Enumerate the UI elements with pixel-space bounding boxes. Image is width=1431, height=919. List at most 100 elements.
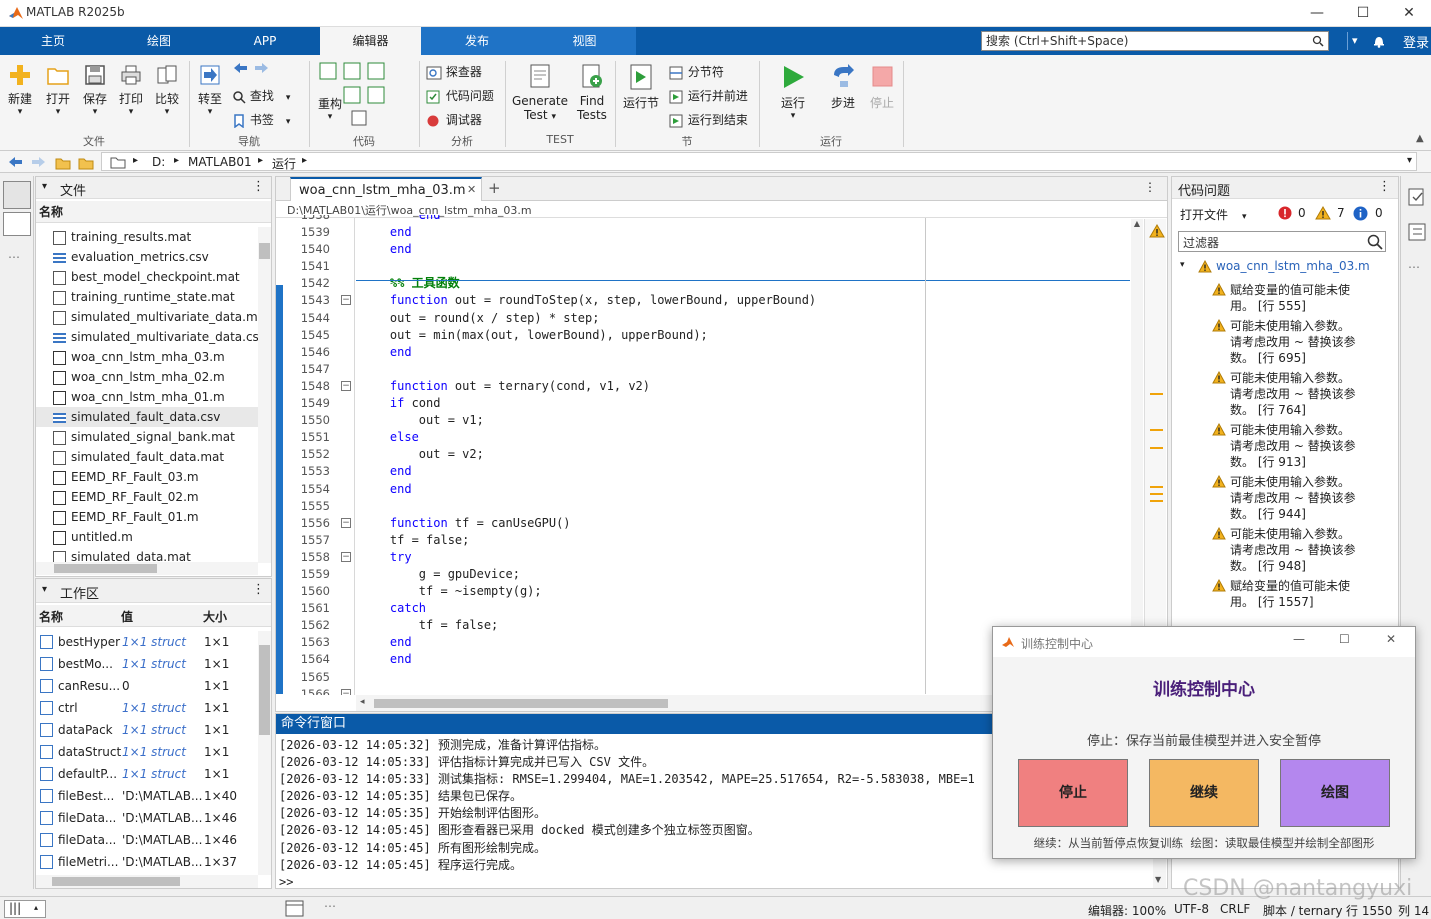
issue-tree-toggle-icon[interactable]: ▾ <box>1180 260 1185 270</box>
workspace-vertical-scrollbar[interactable] <box>258 631 271 875</box>
code-issues-panel-icon[interactable] <box>1407 187 1427 207</box>
tab-editor[interactable]: 编辑器 <box>320 27 421 55</box>
path-segment[interactable]: 运行 <box>272 155 296 172</box>
search-input[interactable]: 搜索 (Ctrl+Shift+Space) <box>981 31 1329 51</box>
run-to-end-button[interactable]: 运行到结束 <box>668 111 748 128</box>
editor-vertical-scrollbar[interactable]: ▲ <box>1131 219 1143 695</box>
issue-file-link[interactable]: woa_cnn_lstm_mha_03.m <box>1216 259 1370 273</box>
workspace-row[interactable]: bestMo... 1×1 struct 1×1 <box>36 653 258 675</box>
code-line[interactable] <box>361 361 1121 378</box>
tab-apps[interactable]: APP <box>212 27 318 55</box>
code-line[interactable]: if cond <box>361 395 1121 412</box>
workspace-row[interactable]: dataPack 1×1 struct 1×1 <box>36 719 258 741</box>
close-button[interactable]: ✕ <box>1386 0 1431 27</box>
ws-col-value[interactable]: 值 <box>121 608 133 625</box>
browse-folder-icon[interactable] <box>78 154 94 170</box>
dialog-maximize-button[interactable]: ☐ <box>1339 632 1350 646</box>
save-button[interactable]: 保存 ▾ <box>79 63 111 117</box>
code-line[interactable] <box>361 498 1121 515</box>
find-button[interactable]: 查找 ▾ <box>232 87 290 104</box>
plot-results-button[interactable]: 绘图 <box>1280 759 1390 827</box>
warning-marker[interactable] <box>1150 486 1163 488</box>
help-dropdown-icon[interactable]: ▾ <box>1352 34 1358 47</box>
files-horizontal-scrollbar[interactable] <box>36 562 258 575</box>
file-list-item[interactable]: simulated_multivariate_data.csv <box>36 327 258 347</box>
code-line[interactable]: end <box>361 224 1121 241</box>
code-line[interactable]: end <box>361 241 1121 258</box>
command-window-panel-icon[interactable] <box>285 900 305 918</box>
generate-test-button[interactable]: Generate Test ▾ <box>510 63 570 122</box>
code-line[interactable]: try <box>361 549 1121 566</box>
file-list-item[interactable]: EEMD_RF_Fault_02.m <box>36 487 258 507</box>
more-bottom-panels-icon[interactable]: ⋯ <box>324 899 336 913</box>
dialog-close-button[interactable]: ✕ <box>1386 632 1396 646</box>
issue-overview-bar[interactable] <box>1144 219 1166 695</box>
find-tests-button[interactable]: Find Tests <box>574 63 610 122</box>
code-line[interactable]: tf = false; <box>361 532 1121 549</box>
file-list-item[interactable]: EEMD_RF_Fault_03.m <box>36 467 258 487</box>
maximize-button[interactable]: ☐ <box>1340 0 1386 27</box>
editor-zoom[interactable]: 编辑器: 100% <box>1088 902 1166 919</box>
file-list-item[interactable]: EEMD_RF_Fault_01.m <box>36 507 258 527</box>
collapse-ribbon-icon[interactable]: ▲ <box>1416 133 1424 144</box>
tab-view[interactable]: 视图 <box>533 27 636 55</box>
fold-toggle-icon[interactable]: − <box>338 292 354 309</box>
cursor-row[interactable]: 行 1550 <box>1346 902 1392 919</box>
file-list-item[interactable]: simulated_signal_bank.mat <box>36 427 258 447</box>
notification-bell-icon[interactable] <box>1372 34 1386 48</box>
workspace-panel-toggle-icon[interactable] <box>3 212 31 236</box>
more-right-panels-icon[interactable]: ⋯ <box>1408 260 1420 274</box>
nav-back-icon[interactable] <box>8 155 24 169</box>
workspace-panel-menu-icon[interactable]: ⋮ <box>252 582 265 597</box>
code-line[interactable]: function tf = canUseGPU() <box>361 515 1121 532</box>
warning-summary-icon[interactable] <box>1149 224 1165 238</box>
layout-toggle-button[interactable]: ||| ▴ <box>4 900 46 918</box>
outline-panel-icon[interactable] <box>1407 222 1427 242</box>
new-button[interactable]: 新建 ▾ <box>4 63 36 117</box>
run-button[interactable]: 运行 ▾ <box>776 63 810 121</box>
goto-button[interactable]: 转至 ▾ <box>194 63 226 117</box>
info-count-icon[interactable] <box>1353 206 1368 221</box>
stop-button[interactable]: 停止 <box>866 63 898 111</box>
workspace-row[interactable]: fileBest... 'D:\MATLAB... 1×40 <box>36 785 258 807</box>
continue-training-button[interactable]: 继续 <box>1149 759 1259 827</box>
file-list-item[interactable]: simulated_data.mat <box>36 547 258 563</box>
open-button[interactable]: 打开 ▾ <box>42 63 74 117</box>
workspace-row[interactable]: defaultP... 1×1 struct 1×1 <box>36 763 258 785</box>
file-list-item[interactable]: woa_cnn_lstm_mha_03.m <box>36 347 258 367</box>
issue-filter-input[interactable]: 过滤器 <box>1178 231 1386 252</box>
login-link[interactable]: 登录 <box>1403 32 1429 51</box>
editor-menu-icon[interactable]: ⋮ <box>1144 180 1156 194</box>
path-field[interactable]: ▸ D: ▸ MATLAB01 ▸ 运行 ▸ ▾ <box>101 152 1417 171</box>
warning-marker[interactable] <box>1150 429 1163 431</box>
cursor-col[interactable]: 列 14 <box>1398 902 1429 919</box>
fold-toggle-icon[interactable]: − <box>338 549 354 566</box>
fold-toggle-icon[interactable]: − <box>338 515 354 532</box>
error-count-icon[interactable] <box>1278 206 1292 220</box>
files-vertical-scrollbar[interactable] <box>258 227 271 563</box>
compare-button[interactable]: 比较 ▾ <box>151 63 183 117</box>
up-folder-icon[interactable] <box>55 154 71 170</box>
explorer-button[interactable]: 探查器 <box>426 63 482 80</box>
workspace-row[interactable]: fileMetri... 'D:\MATLAB... 1×37 <box>36 851 258 873</box>
warning-marker[interactable] <box>1150 447 1163 449</box>
code-line[interactable]: else <box>361 429 1121 446</box>
warning-marker[interactable] <box>1150 500 1163 502</box>
ws-col-size[interactable]: 大小 <box>203 608 227 625</box>
new-tab-icon[interactable]: + <box>488 179 501 197</box>
bookmark-button[interactable]: 书签 ▾ <box>232 111 290 128</box>
code-line[interactable]: out = v1; <box>361 412 1121 429</box>
code-line[interactable]: tf = ~isempty(g); <box>361 583 1121 600</box>
file-list-item[interactable]: simulated_multivariate_data.mat <box>36 307 258 327</box>
run-section-button[interactable]: 运行节 <box>621 63 661 111</box>
warning-count-icon[interactable] <box>1315 206 1331 220</box>
path-dropdown-icon[interactable]: ▾ <box>1407 155 1412 166</box>
workspace-row[interactable]: fileData... 'D:\MATLAB... 1×46 <box>36 807 258 829</box>
files-panel-menu-icon[interactable]: ⋮ <box>252 179 265 194</box>
files-panel-toggle-icon[interactable] <box>3 181 31 209</box>
scope-dropdown[interactable]: 打开文件 ▾ <box>1180 206 1247 223</box>
code-line[interactable]: %% 工具函数 <box>361 275 1121 292</box>
warning-marker[interactable] <box>1150 493 1163 495</box>
tab-plots[interactable]: 绘图 <box>106 27 212 55</box>
code-line[interactable]: end <box>361 215 1121 224</box>
